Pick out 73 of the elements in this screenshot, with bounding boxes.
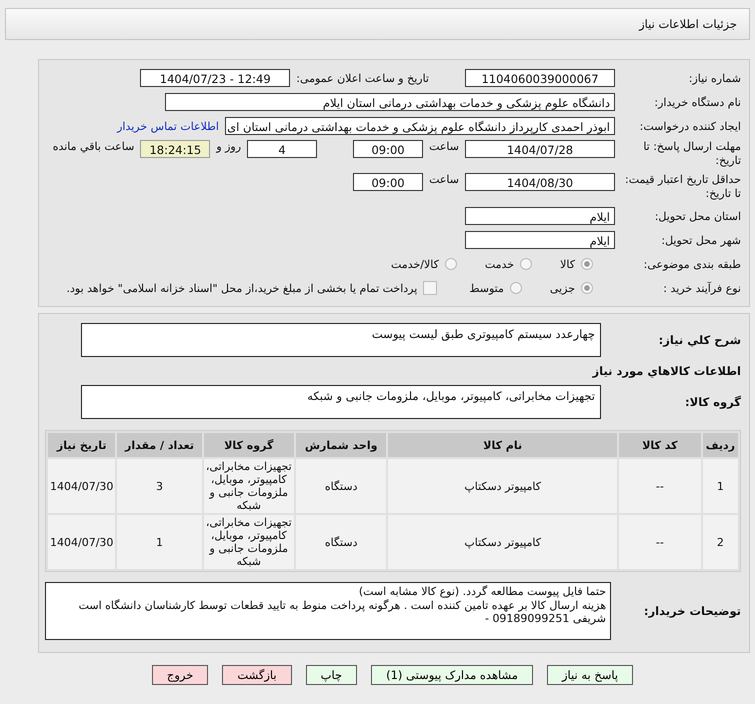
- table-cell: 3: [117, 459, 202, 513]
- column-header: نام کالا: [388, 433, 618, 457]
- time-field[interactable]: 09:00: [353, 140, 424, 158]
- action-button[interactable]: چاپ: [306, 665, 358, 685]
- column-header: تاریخ نیاز: [48, 433, 116, 457]
- table-cell: 1404/07/30: [48, 515, 116, 569]
- contact-link[interactable]: اطلاعات تماس خریدار: [117, 120, 219, 132]
- field-label: ساعت باقي مانده: [52, 140, 134, 153]
- text-field[interactable]: دانشگاه علوم پزشکی و خدمات بهداشتی درمانی استان ایلام: [165, 93, 615, 111]
- field-label: ایجاد کننده درخواست:: [638, 120, 741, 132]
- field-label: شماره نیاز:: [688, 72, 741, 84]
- radio-label: خدمت: [484, 258, 514, 270]
- table-cell: 1: [117, 515, 202, 569]
- radio-button[interactable]: [520, 258, 532, 270]
- action-button[interactable]: خروج: [152, 665, 208, 685]
- goods-group-field[interactable]: تجهیزات مخابراتی، کامپیوتر، موبایل، ملزومات جانبی و شبکه: [81, 385, 601, 419]
- text-field[interactable]: ابوذر احمدی کارپرداز دانشگاه علوم پزشکی و خدمات بهداشتی درمانی استان ای: [225, 117, 615, 135]
- text-field[interactable]: ایلام: [465, 207, 615, 225]
- date-field[interactable]: 1404/07/28: [465, 140, 615, 158]
- checkbox[interactable]: [423, 281, 438, 295]
- radio-label: کالا: [560, 258, 575, 270]
- radio-button[interactable]: [510, 282, 522, 294]
- text-field[interactable]: 1404/07/23 - 12:49: [140, 69, 290, 87]
- days-field[interactable]: 4: [247, 140, 318, 158]
- column-header: گروه کالا: [204, 433, 294, 457]
- table-cell: 2: [702, 515, 738, 569]
- table-cell: --: [619, 515, 701, 569]
- column-header: کد کالا: [619, 433, 701, 457]
- table-cell: 1404/07/30: [48, 459, 116, 513]
- radio-label: جزیی: [550, 282, 575, 294]
- table-cell: دستگاه: [296, 515, 386, 569]
- field-label: حداقل تاریخ اعتبار قیمت: تا تاریخ:: [624, 173, 741, 201]
- field-label: ساعت: [429, 173, 459, 186]
- field-label: ساعت: [429, 140, 459, 153]
- field-label: تاریخ و ساعت اعلان عمومی:: [296, 72, 429, 84]
- text-field[interactable]: 1104060039000067: [465, 69, 615, 87]
- field-label: طبقه بندی موضوعی:: [642, 258, 741, 270]
- column-header: تعداد / مقدار: [117, 433, 202, 457]
- field-label: مهلت ارسال پاسخ: تا تاریخ:: [642, 140, 741, 168]
- table-cell: --: [619, 459, 701, 513]
- table-cell: تجهیزات مخابراتی، کامپیوتر، موبایل، ملزومات جانبی و شبکه: [204, 515, 294, 569]
- field-label: شهر محل تحویل:: [660, 234, 741, 246]
- table-cell: کامپیوتر دسکتاپ: [388, 515, 618, 569]
- radio-label: متوسط: [469, 282, 504, 294]
- remaining-time-field: 18:24:15: [140, 140, 210, 158]
- time-field[interactable]: 09:00: [353, 173, 424, 191]
- section-heading: اطلاعات کالاهاي مورد نیاز: [591, 363, 741, 380]
- table-cell: کامپیوتر دسکتاپ: [388, 459, 618, 513]
- page-title: جزئیات اطلاعات نیاز: [639, 17, 737, 31]
- table-cell: دستگاه: [296, 459, 386, 513]
- radio-button[interactable]: [581, 282, 593, 294]
- field-label: گروه کالا:: [684, 395, 741, 409]
- checkbox-label: پرداخت تمام یا بخشی از مبلغ خرید،از محل "اسناد خزانه اسلامی" خواهد بود.: [66, 282, 418, 294]
- field-label: نوع فرآیند خرید :: [662, 282, 741, 294]
- action-button[interactable]: مشاهده مدارک پیوستی (1): [371, 665, 533, 685]
- text-field[interactable]: ایلام: [465, 231, 615, 249]
- field-label: نام دستگاه خریدار:: [653, 96, 741, 108]
- radio-label: کالا/خدمت: [391, 258, 439, 270]
- action-button[interactable]: بازگشت: [222, 665, 292, 685]
- table-cell: 1: [702, 459, 738, 513]
- action-button[interactable]: پاسخ به نیاز: [546, 665, 634, 685]
- description-field[interactable]: چهارعدد سیستم کامپیوتری طبق لیست پیوست: [81, 323, 601, 357]
- table-cell: تجهیزات مخابراتی، کامپیوتر، موبایل، ملزومات جانبی و شبکه: [204, 459, 294, 513]
- field-label: شرح کلي نیاز:: [658, 333, 741, 347]
- field-label: روز و: [216, 140, 242, 153]
- field-label: توضیحات خریدار:: [642, 604, 741, 618]
- column-header: واحد شمارش: [296, 433, 386, 457]
- radio-button[interactable]: [444, 258, 457, 270]
- radio-button[interactable]: [581, 258, 593, 270]
- date-field[interactable]: 1404/08/30: [465, 173, 615, 191]
- column-header: ردیف: [702, 433, 738, 457]
- field-label: استان محل تحویل:: [654, 210, 741, 222]
- notes-field[interactable]: حتما فایل پیوست مطالعه گردد. (نوع کالا مشابه است) هزینه ارسال کالا بر عهده تامین کننده است . هرگونه پرداخت منوط به تایید قطعات توسط کارشناسان دانشگاه است شریفی 09189099251 -: [45, 582, 611, 640]
